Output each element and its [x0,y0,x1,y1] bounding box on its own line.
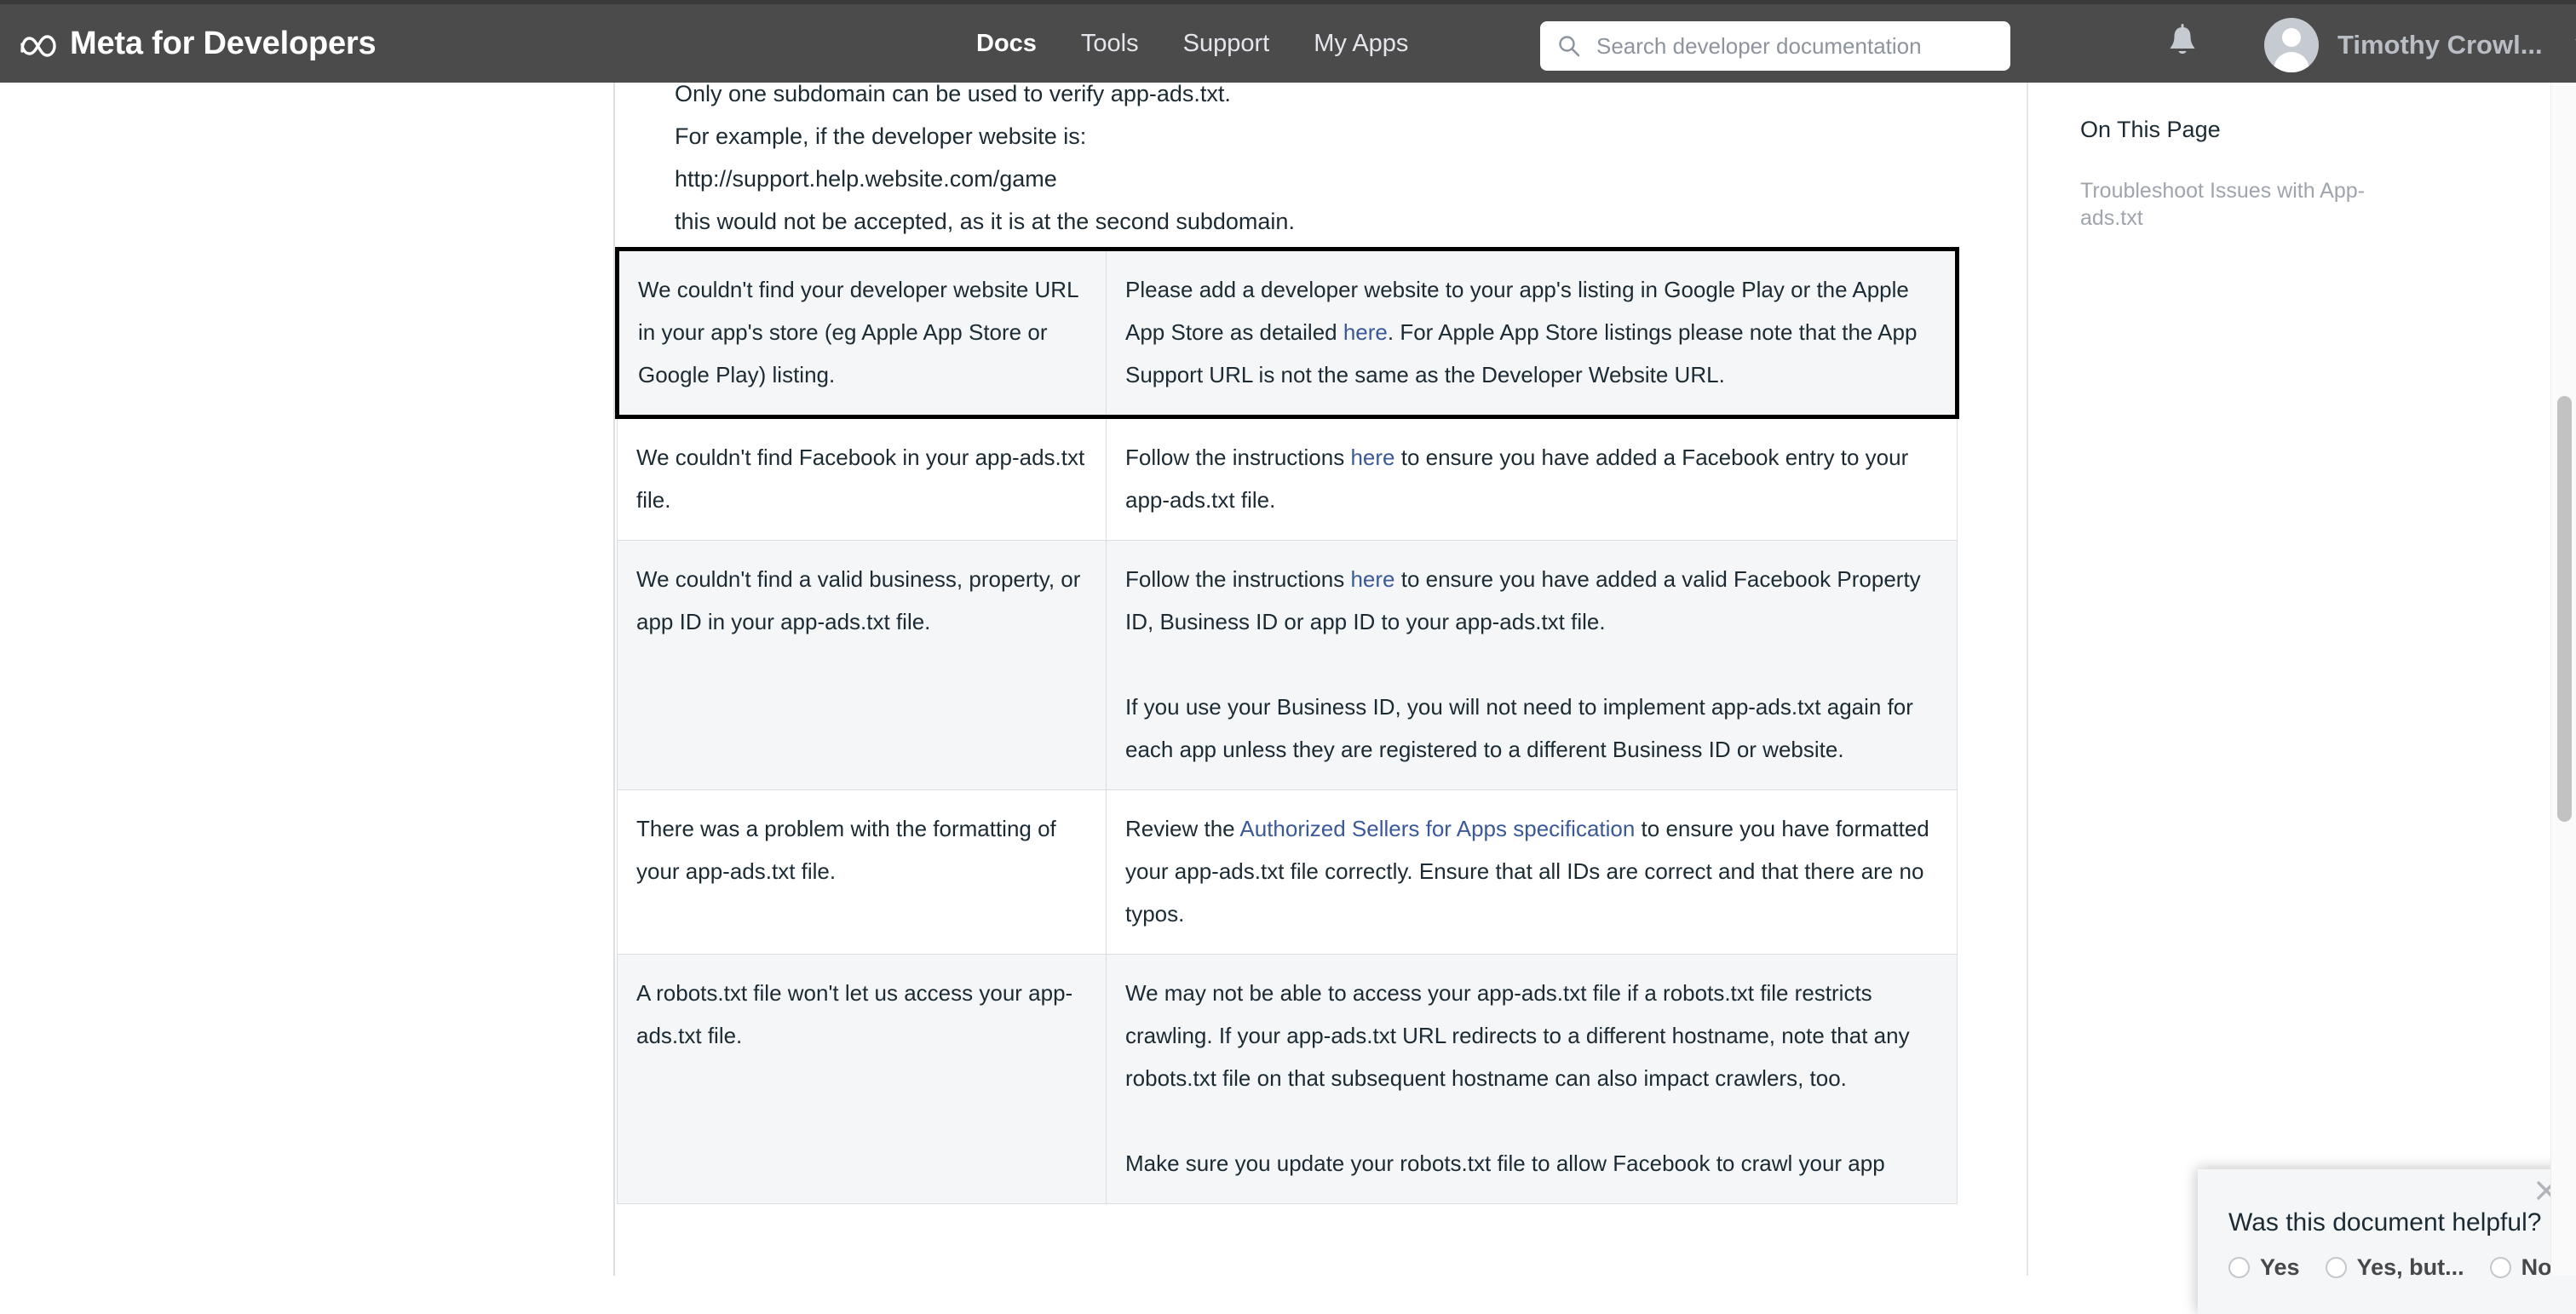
table-cell-solution: Review the Authorized Sellers for Apps s… [1106,789,1958,955]
intro-line: this would not be accepted, as it is at … [675,209,1295,234]
solution-paragraph: Follow the instructions here to ensure y… [1125,445,1909,513]
feedback-widget: Was this document helpful? Yes Yes, but.… [2198,1169,2576,1314]
meta-infinity-logo-icon [19,31,58,57]
top-navigation-bar: Meta for Developers Docs Tools Support M… [0,0,2576,83]
feedback-option-label: No [2521,1254,2552,1280]
search-input[interactable] [1595,32,1993,60]
table-cell-issue: We couldn't find a valid business, prope… [617,540,1107,790]
inline-link[interactable]: here [1350,445,1394,470]
solution-paragraph: Review the Authorized Sellers for Apps s… [1125,816,1929,927]
table-row: A robots.txt file won't let us access yo… [617,954,1958,1204]
inline-link[interactable]: Authorized Sellers for Apps specificatio… [1239,816,1635,841]
table-cell-solution: We may not be able to access your app-ad… [1106,954,1958,1204]
nav-item-tools[interactable]: Tools [1059,30,1161,58]
solution-paragraph: We may not be able to access your app-ad… [1125,980,1910,1091]
troubleshooting-table: We couldn't find your developer website … [615,247,1959,1204]
brand-logo-link[interactable]: Meta for Developers [19,25,377,62]
feedback-option-label: Yes [2260,1254,2300,1280]
search-box[interactable] [1540,21,2010,71]
feedback-option-yes[interactable]: Yes [2228,1254,2300,1281]
feedback-option-label: Yes, but... [2356,1254,2464,1280]
table-row: We couldn't find your developer website … [615,247,1959,419]
brand-title: Meta for Developers [70,25,377,61]
feedback-option-no[interactable]: No [2489,1254,2552,1281]
notifications-bell-icon[interactable] [2165,23,2199,60]
user-name-label: Timothy Crowl... [2337,30,2543,60]
nav-item-support[interactable]: Support [1161,30,1292,58]
user-menu[interactable]: Timothy Crowl... [2264,18,2576,72]
solution-paragraph: Please add a developer website to your a… [1125,277,1918,387]
table-row: We couldn't find Facebook in your app-ad… [617,416,1958,541]
table-cell-solution: Follow the instructions here to ensure y… [1106,416,1958,541]
table-cell-solution: Follow the instructions here to ensure y… [1106,540,1958,790]
left-sidebar-rail [0,83,615,1276]
on-this-page-title: On This Page [2080,117,2221,142]
table-cell-issue: A robots.txt file won't let us access yo… [617,954,1107,1204]
intro-line: For example, if the developer website is… [675,123,1087,149]
feedback-option-yes-but[interactable]: Yes, but... [2325,1254,2464,1281]
table-cell-issue: We couldn't find Facebook in your app-ad… [617,416,1107,541]
nav-item-my-apps[interactable]: My Apps [1291,30,1430,58]
feedback-question: Was this document helpful? [2228,1208,2542,1237]
table-cell-solution: Please add a developer website to your a… [1106,247,1959,419]
inline-link[interactable]: here [1343,319,1388,345]
radio-button-icon[interactable] [2489,1257,2511,1278]
table-row: There was a problem with the formatting … [617,789,1958,955]
radio-button-icon[interactable] [2228,1257,2250,1278]
solution-paragraph: If you use your Business ID, you will no… [1125,694,1913,762]
table-row: We couldn't find a valid business, prope… [617,540,1958,790]
on-this-page-link[interactable]: Troubleshoot Issues with App-ads.txt [2080,177,2395,232]
vertical-scrollbar-thumb[interactable] [2557,396,2572,822]
vertical-scrollbar-track[interactable] [2550,83,2576,1276]
solution-paragraph: Make sure you update your robots.txt fil… [1125,1150,1885,1176]
primary-nav: Docs Tools Support My Apps [954,30,1430,58]
page-body: Only one subdomain can be used to verify… [0,81,2576,1314]
search-icon [1557,34,1581,58]
intro-line: http://support.help.website.com/game [675,166,1057,192]
solution-paragraph: Follow the instructions here to ensure y… [1125,566,1921,634]
table-cell-issue: We couldn't find your developer website … [615,247,1107,419]
feedback-options: Yes Yes, but... No [2228,1254,2576,1281]
inline-link[interactable]: here [1350,566,1394,592]
user-avatar-icon [2264,18,2319,72]
main-content-column: Only one subdomain can be used to verify… [615,81,2027,1276]
nav-item-docs[interactable]: Docs [954,30,1059,58]
table-cell-issue: There was a problem with the formatting … [617,789,1107,955]
radio-button-icon[interactable] [2325,1257,2347,1278]
on-this-page-rail: On This Page Troubleshoot Issues with Ap… [2080,83,2438,232]
right-rail-divider [2027,83,2028,1276]
